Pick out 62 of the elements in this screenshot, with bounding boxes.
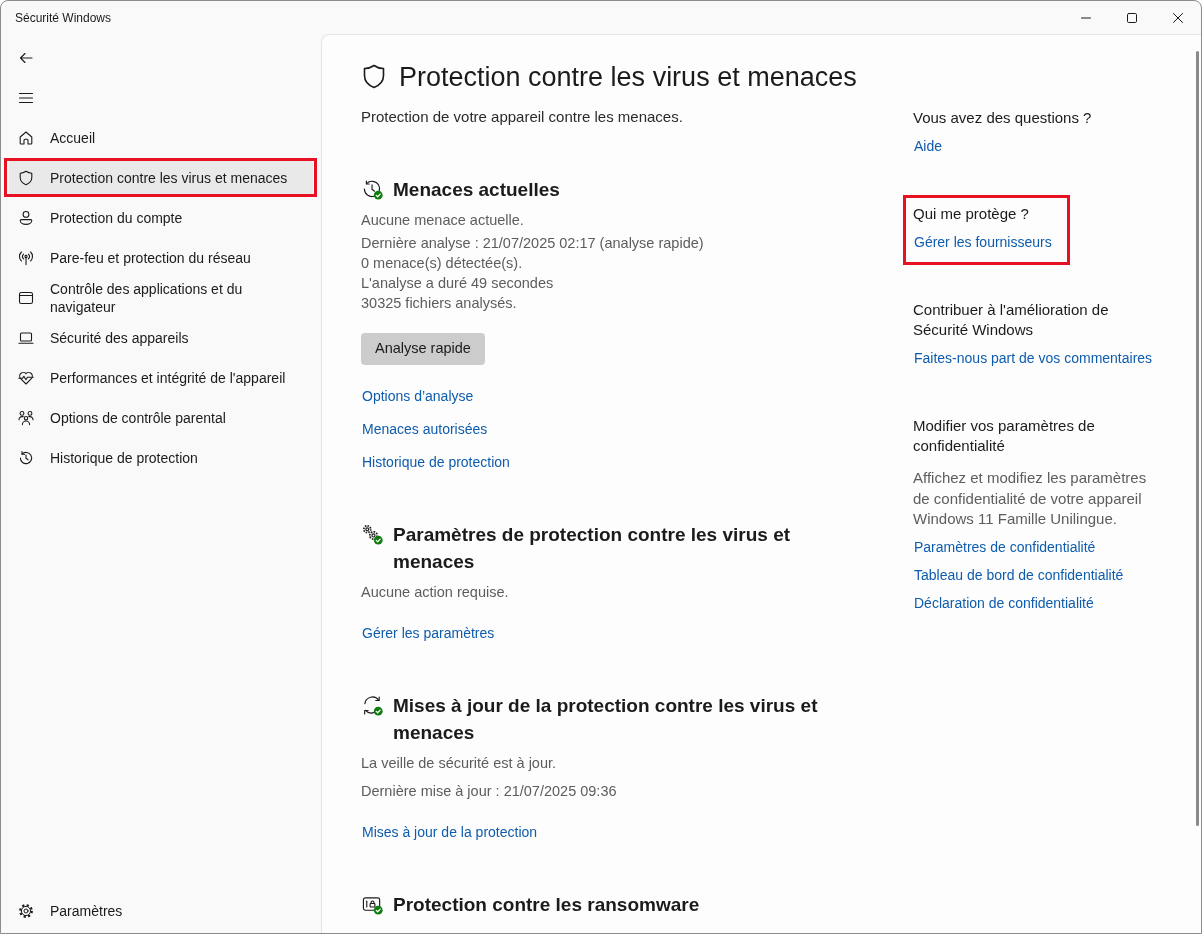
settings-icon — [18, 903, 34, 919]
menu-icon — [18, 90, 34, 106]
window-icon — [18, 290, 34, 306]
side-heading: Qui me protège ? — [913, 204, 1030, 224]
status-text: Aucune action requise. — [361, 583, 510, 602]
status-text: Aucune menace actuelle. — [361, 211, 525, 230]
text-link[interactable]: Tableau de bord de confidentialité — [914, 564, 1124, 585]
text-link[interactable]: Options d’analyse — [362, 386, 474, 406]
person-icon — [18, 210, 34, 226]
scan-detail-text: L'analyse a duré 49 secondes — [361, 274, 555, 293]
home-icon — [18, 130, 34, 146]
scrollbar-thumb[interactable] — [1196, 51, 1199, 826]
close-icon — [1173, 12, 1183, 23]
gears-check-icon — [362, 524, 383, 545]
laptop-icon — [18, 330, 34, 346]
page-title: Protection contre les virus et menaces — [399, 61, 857, 93]
section-heading: Mises à jour de la protection contre les virus et menaces — [393, 694, 819, 745]
minimize-icon — [1081, 16, 1091, 19]
shield-icon — [18, 170, 34, 186]
nav-item[interactable]: Historique de protection — [9, 440, 313, 476]
nav-item[interactable]: Accueil — [9, 120, 313, 156]
shield-icon — [362, 64, 386, 90]
nav-item[interactable]: Options de contrôle parental — [9, 400, 313, 436]
window-title: Sécurité Windows — [14, 9, 112, 27]
text-link[interactable]: Menaces autorisées — [362, 419, 488, 439]
nav-item[interactable]: Performances et intégrité de l'appareil — [9, 360, 313, 396]
text-link[interactable]: Paramètres de confidentialité — [914, 536, 1096, 557]
nav-item[interactable]: Sécurité des appareils — [9, 320, 313, 356]
text-link[interactable]: Gérer les paramètres — [362, 623, 495, 643]
sync-check-icon — [362, 695, 383, 716]
page-subtitle: Protection de votre appareil contre les menaces. — [361, 107, 684, 127]
text-link[interactable]: Historique de protection — [362, 452, 510, 472]
section-heading: Paramètres de protection contre les virus et menaces — [393, 523, 792, 574]
scan-detail-text: 0 menace(s) détectée(s). — [361, 254, 524, 273]
scan-detail-text: 30325 fichiers analysés. — [361, 294, 518, 313]
nav-item[interactable]: Pare-feu et protection du réseau — [9, 240, 313, 276]
section-heading: Menaces actuelles — [393, 178, 561, 202]
text-link[interactable]: Gérer les fournisseurs — [914, 232, 1052, 252]
nav-item[interactable]: Protection du compte — [9, 200, 313, 236]
text-link[interactable]: Aide — [914, 136, 943, 156]
action-button[interactable]: Analyse rapide — [361, 333, 485, 365]
section-heading: Protection contre les ransomware — [393, 893, 701, 917]
text-link[interactable]: Faites-nous part de vos commentaires — [914, 348, 1153, 368]
maximize-icon — [1127, 12, 1137, 23]
text-link[interactable]: Déclaration de confidentialité — [914, 592, 1094, 613]
side-heading: Vous avez des questions ? — [913, 108, 1092, 128]
people-icon — [18, 410, 34, 426]
side-heading: Contribuer à l'amélioration de Sécurité Windows — [913, 300, 1110, 340]
scan-detail-text: Dernière analyse : 21/07/2025 02:17 (analyse rapide) — [361, 234, 705, 253]
status-text: La veille de sécurité est à jour. — [361, 754, 558, 773]
description-text: Affichez et modifiez les paramètres de confidentialité de votre appareil Windows 11 Famille Unilingue. — [913, 468, 1148, 529]
text-link[interactable]: Mises à jour de la protection — [362, 822, 538, 842]
history-icon — [18, 450, 34, 466]
heart-pulse-icon — [18, 370, 34, 386]
side-heading: Modifier vos paramètres de confidentialité — [913, 416, 1096, 456]
nav-item[interactable]: Contrôle des applications et du navigateur — [9, 280, 313, 316]
history-check-icon — [362, 179, 383, 200]
antenna-icon — [18, 250, 34, 266]
settings-nav-item[interactable]: Paramètres — [9, 893, 313, 929]
status-text: Dernière mise à jour : 21/07/2025 09:36 — [361, 782, 618, 801]
back-arrow-icon — [18, 50, 34, 66]
lock-box-check-icon — [362, 894, 383, 915]
